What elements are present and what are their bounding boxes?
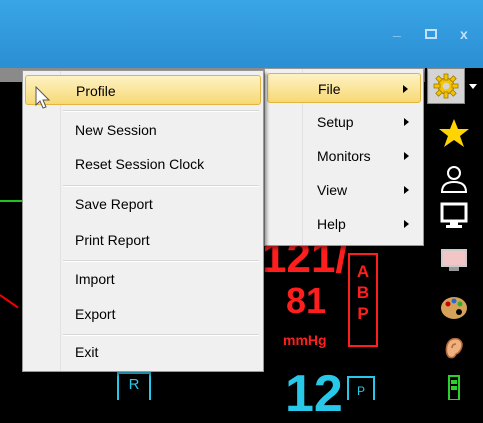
submenu-arrow-icon (404, 220, 409, 228)
chevron-down-icon[interactable] (469, 84, 477, 89)
menu-item-label: Profile (76, 83, 116, 99)
menu-separator (63, 260, 259, 262)
menu-item-reset-session-clock[interactable]: Reset Session Clock (25, 149, 261, 179)
submenu-arrow-icon (404, 186, 409, 194)
palette-icon (441, 297, 467, 319)
abp-letter: B (356, 283, 370, 302)
abp-letter: P (357, 304, 369, 323)
main-menu: File Setup Monitors View Help (264, 68, 424, 246)
resp-param-box: P (347, 376, 375, 400)
audio-button[interactable] (425, 330, 483, 366)
resp-value: 12 (285, 365, 343, 423)
display-button[interactable] (425, 198, 483, 234)
patient-button[interactable] (425, 162, 483, 198)
person-icon (440, 166, 468, 193)
menu-item-file[interactable]: File (267, 73, 421, 103)
screen-icon (441, 249, 467, 271)
settings-button[interactable] (427, 68, 465, 104)
settings-gear-icon (433, 73, 459, 99)
battery-icon (448, 375, 460, 400)
menu-separator (63, 110, 259, 112)
menu-item-exit[interactable]: Exit (25, 337, 261, 367)
menu-item-profile[interactable]: Profile (25, 75, 261, 105)
star-icon (439, 119, 469, 147)
menu-item-label: Setup (317, 114, 354, 130)
menu-item-view[interactable]: View (267, 175, 421, 205)
menu-item-import[interactable]: Import (25, 264, 261, 294)
abp-label-box: A B P (348, 253, 378, 347)
menu-item-label: View (317, 182, 348, 198)
screen-layout-button[interactable] (425, 242, 483, 278)
maximize-button[interactable] (425, 26, 437, 42)
mouse-cursor-icon (35, 86, 51, 109)
menu-item-label: Save Report (75, 196, 153, 212)
submenu-arrow-icon (404, 152, 409, 160)
favorites-button[interactable] (425, 113, 483, 153)
monitor-icon (440, 202, 468, 228)
menu-item-label: File (318, 81, 341, 97)
menu-item-label: Print Report (75, 232, 150, 248)
close-button[interactable]: x (460, 26, 468, 42)
theme-button[interactable] (425, 290, 483, 326)
ear-icon (445, 337, 463, 359)
menu-item-label: Export (75, 306, 116, 322)
menu-item-label: Help (317, 216, 346, 232)
menu-item-label: Import (75, 271, 115, 287)
menu-item-save-report[interactable]: Save Report (25, 189, 261, 219)
abp-trace (0, 294, 19, 309)
maximize-icon (425, 29, 437, 39)
menu-item-label: New Session (75, 122, 157, 138)
abp-diastolic: 81 (286, 280, 327, 321)
menu-item-print-report[interactable]: Print Report (25, 225, 261, 255)
abp-letter: A (356, 262, 370, 281)
submenu-arrow-icon (403, 85, 408, 93)
window-titlebar (0, 0, 483, 68)
ecg-trace (0, 200, 22, 202)
menu-item-help[interactable]: Help (267, 209, 421, 239)
battery-button[interactable] (425, 372, 483, 400)
menu-item-label: Monitors (317, 148, 371, 164)
file-submenu: Profile New Session Reset Session Clock … (22, 70, 264, 372)
resp-label-box: R (117, 372, 151, 400)
submenu-arrow-icon (404, 118, 409, 126)
menu-separator (63, 185, 259, 187)
menu-item-label: Reset Session Clock (75, 156, 205, 172)
menu-item-setup[interactable]: Setup (267, 107, 421, 137)
abp-unit: mmHg (283, 332, 327, 348)
menu-separator (63, 334, 259, 336)
menu-item-label: Exit (75, 344, 99, 360)
menu-item-export[interactable]: Export (25, 299, 261, 329)
menu-item-monitors[interactable]: Monitors (267, 141, 421, 171)
menu-item-new-session[interactable]: New Session (25, 115, 261, 145)
minimize-button[interactable]: _ (393, 22, 401, 38)
